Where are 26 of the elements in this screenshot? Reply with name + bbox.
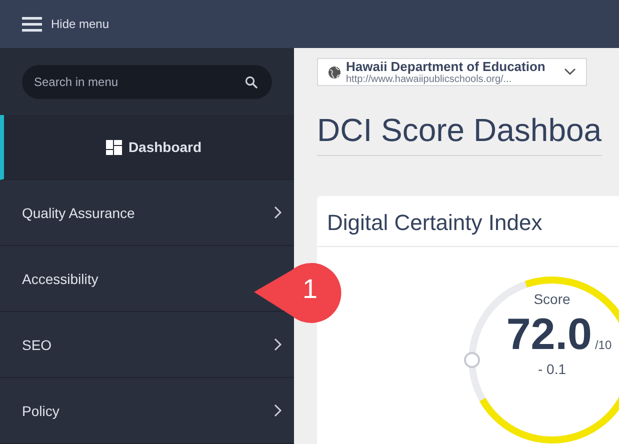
callout-tooltip: 1	[252, 260, 344, 326]
dashboard-icon	[106, 140, 122, 154]
search-icon	[245, 76, 258, 88]
sidebar-item-label: SEO	[22, 336, 52, 352]
score-change: - 0.1	[538, 361, 566, 377]
sidebar-item-label: Dashboard	[128, 139, 202, 155]
sidebar-item-label: Quality Assurance	[22, 204, 135, 220]
site-url: http://www.hawaiipublicschools.org/...	[346, 74, 513, 85]
menu-icon	[22, 16, 42, 32]
sidebar-item-label: Policy	[22, 402, 60, 418]
hide-menu-button[interactable]: Hide menu	[22, 16, 110, 32]
score-value: 72.0	[506, 313, 592, 357]
page-title: DCI Score Dashboa	[317, 112, 602, 156]
site-name: Hawaii Department of Education	[346, 59, 546, 74]
chevron-icon	[274, 206, 282, 219]
chevron-icon	[274, 338, 282, 351]
score-max: /10	[594, 338, 612, 352]
sidebar-item-label: Accessibility	[22, 270, 98, 286]
gauge-label: Score	[534, 291, 570, 307]
chevron-down-icon	[564, 68, 576, 76]
site-selector[interactable]: Hawaii Department of Education http://www.hawaiipublicschools.org/...	[317, 58, 587, 86]
card-title: Digital Certainty Index	[317, 196, 619, 247]
search-field[interactable]: Search in menu	[22, 64, 272, 98]
globe-icon	[328, 66, 341, 78]
chevron-icon	[274, 404, 282, 417]
sidebar-item[interactable]: Dashboard	[0, 115, 294, 180]
